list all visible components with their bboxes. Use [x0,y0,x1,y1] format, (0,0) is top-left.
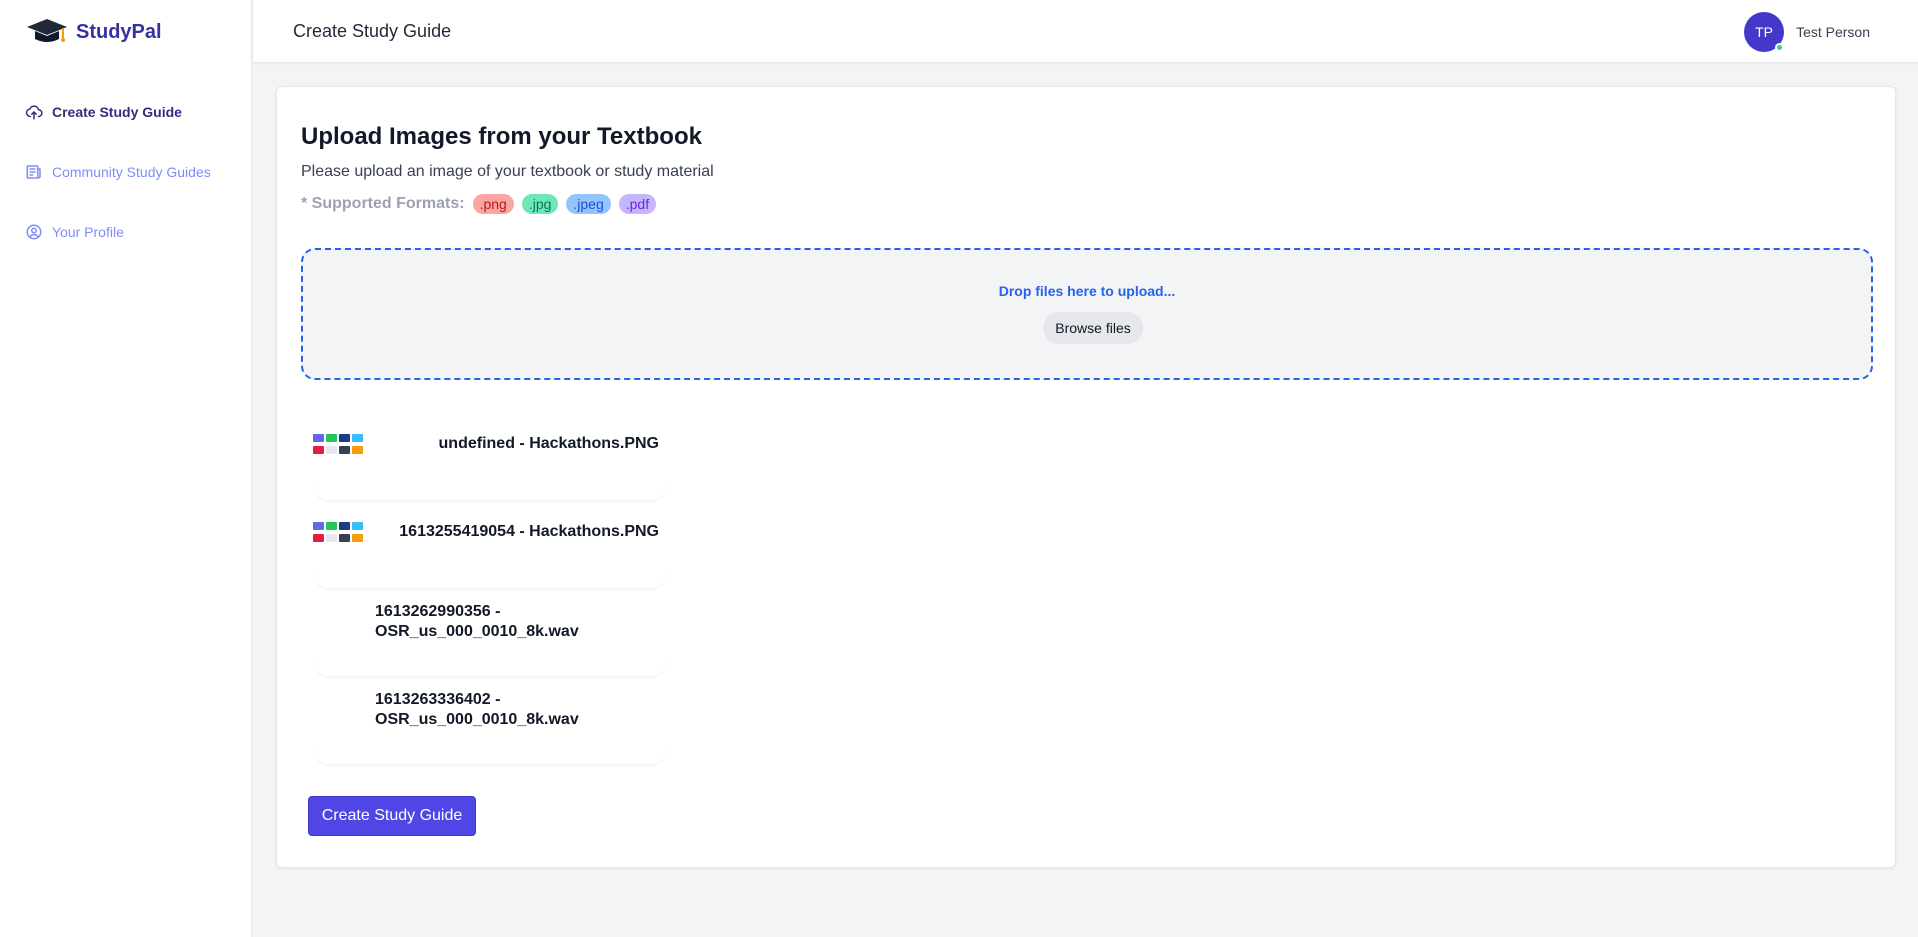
upload-subheading: Please upload an image of your textbook … [301,163,714,180]
user-circle-icon [24,222,44,242]
create-study-guide-button[interactable]: Create Study Guide [308,796,476,836]
file-name: 1613255419054 - Hackathons.PNG [399,523,659,540]
format-badge-jpeg: .jpeg [566,194,611,214]
sidebar-item-your-profile[interactable]: Your Profile [24,220,244,244]
sidebar-nav: Create Study Guide Community Study Guide… [24,100,244,280]
app-name: StudyPal [76,20,162,43]
file-name: 1613263336402 - OSR_us_000_0010_8k.wav [375,691,579,728]
page-title: Create Study Guide [293,21,452,41]
file-item[interactable]: undefined - Hackathons.PNG [313,413,667,501]
file-name: undefined - Hackathons.PNG [438,435,659,452]
graduation-cap-icon [24,14,70,50]
online-status-dot [1775,43,1785,52]
avatar-initials: TP [1755,24,1773,40]
file-thumbnail [313,520,363,548]
file-name: 1613262990356 - OSR_us_000_0010_8k.wav [375,603,579,640]
format-badge-pdf: .pdf [618,194,657,214]
format-badge-png: .png [472,194,514,214]
sidebar-item-label: Your Profile [52,224,124,240]
brand[interactable]: StudyPal [24,14,162,50]
upload-card: Upload Images from your Textbook Please … [276,86,1896,868]
avatar[interactable]: TP [1744,12,1785,52]
newspaper-icon [24,162,44,182]
file-item[interactable]: 1613262990356 - OSR_us_000_0010_8k.wav [313,589,667,677]
sidebar-item-community-study-guides[interactable]: Community Study Guides [24,160,244,184]
dropzone-hint: Drop files here to upload... [998,283,1176,299]
formats-label: * Supported Formats: [301,195,465,212]
top-bar: Create Study Guide TP Test Person [253,0,1918,63]
uploaded-file-list: undefined - Hackathons.PNG 1613255419054… [313,413,667,765]
sidebar: StudyPal Create Study Guide Community St… [0,0,252,937]
format-badge-jpg: .jpg [521,194,559,214]
supported-formats: * Supported Formats: .png .jpg .jpeg .pd… [301,194,664,214]
sidebar-item-label: Create Study Guide [52,104,182,120]
user-menu[interactable]: TP Test Person [1744,12,1870,52]
upload-heading: Upload Images from your Textbook [301,123,702,150]
file-item[interactable]: 1613263336402 - OSR_us_000_0010_8k.wav [313,677,667,765]
sidebar-item-label: Community Study Guides [52,164,211,180]
browse-files-button[interactable]: Browse files [1043,312,1143,344]
file-thumbnail [313,432,363,460]
file-dropzone[interactable]: Drop files here to upload... Browse file… [301,248,1873,380]
file-item[interactable]: 1613255419054 - Hackathons.PNG [313,501,667,589]
user-name: Test Person [1796,24,1870,40]
upload-cloud-icon [24,102,44,122]
sidebar-item-create-study-guide[interactable]: Create Study Guide [24,100,244,124]
